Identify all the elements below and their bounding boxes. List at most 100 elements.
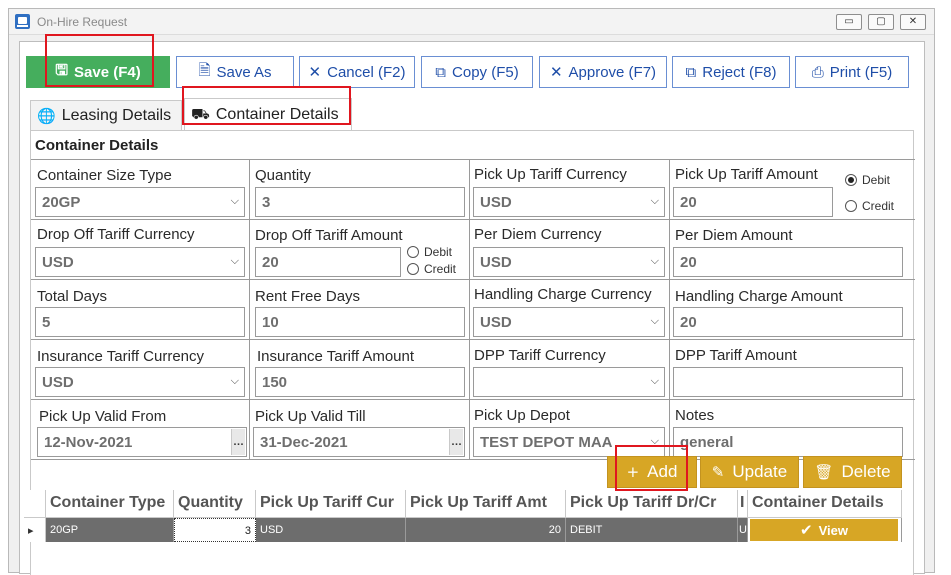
dpp-tariff-currency-select[interactable]: ⌵ (473, 367, 665, 397)
dropoff-tariff-amount-input[interactable]: 20 (255, 247, 401, 277)
close-button[interactable]: ✕ (900, 14, 926, 30)
handling-charge-amount-input[interactable]: 20 (673, 307, 903, 337)
dropoff-tariff-currency-select[interactable]: USD ⌵ (35, 247, 245, 277)
pickup-depot-select[interactable]: TEST DEPOT MAA ⌵ (473, 427, 665, 457)
per-diem-currency-select[interactable]: USD ⌵ (473, 247, 665, 277)
insurance-tariff-amount-label: Insurance Tariff Amount (257, 348, 415, 365)
insurance-tariff-amount-input[interactable]: 150 (255, 367, 465, 397)
x-icon: ✕ (549, 63, 563, 81)
pickup-valid-from-date[interactable]: 12-Nov-2021 … (37, 427, 247, 457)
insurance-tariff-currency-select[interactable]: USD ⌵ (35, 367, 245, 397)
dpp-tariff-currency-label: DPP Tariff Currency (474, 347, 606, 364)
pickup-depot-label: Pick Up Depot (474, 407, 570, 424)
calendar-picker-icon[interactable]: … (231, 429, 245, 455)
minimize-button[interactable]: ▭ (836, 14, 862, 30)
approve-button[interactable]: ✕ Approve (F7) (539, 56, 667, 88)
dropoff-debit-radio[interactable]: Debit (407, 245, 452, 259)
save-as-button[interactable]: 🗎 Save As (176, 56, 294, 88)
handling-charge-currency-label: Handling Charge Currency (474, 286, 652, 303)
insurance-tariff-currency-value: USD (42, 374, 74, 391)
calendar-picker-icon[interactable]: … (449, 429, 463, 455)
container-size-type-label: Container Size Type (37, 167, 172, 184)
insurance-tariff-currency-label: Insurance Tariff Currency (37, 348, 205, 365)
dropoff-tariff-currency-label: Drop Off Tariff Currency (37, 226, 195, 243)
credit-label: Credit (862, 199, 895, 213)
reject-button[interactable]: ⧉ Reject (F8) (672, 56, 790, 88)
notes-input[interactable]: general (673, 427, 903, 457)
maximize-button[interactable]: ▢ (868, 14, 894, 30)
view-label: View (818, 522, 848, 538)
pickup-valid-from-label: Pick Up Valid From (39, 408, 167, 425)
handling-charge-amount-value: 20 (680, 314, 697, 331)
cell-truncated[interactable]: U (738, 518, 748, 542)
insurance-tariff-amount-value: 150 (262, 374, 288, 391)
pickup-tariff-amount-label: Pick Up Tariff Amount (675, 166, 818, 183)
dpp-tariff-amount-input[interactable] (673, 367, 903, 397)
per-diem-amount-label: Per Diem Amount (675, 227, 793, 244)
cell-quantity[interactable]: 3 (174, 518, 256, 542)
column-header-pickup-tariff-drcr[interactable]: Pick Up Tariff Dr/Cr (566, 490, 738, 518)
dropoff-credit-radio[interactable]: Credit (407, 262, 456, 276)
column-header-truncated[interactable]: I (738, 490, 748, 518)
column-header-pickup-tariff-amt[interactable]: Pick Up Tariff Amt (406, 490, 566, 518)
tab-leasing-details[interactable]: 🌐 Leasing Details (30, 100, 182, 130)
cancel-button[interactable]: ✕ Cancel (F2) (299, 56, 415, 88)
per-diem-amount-input[interactable]: 20 (673, 247, 903, 277)
container-details-table: Container Type Quantity Pick Up Tariff C… (24, 490, 904, 548)
pickup-debit-radio[interactable]: Debit (845, 173, 890, 187)
pickup-tariff-amount-input[interactable]: 20 (673, 187, 833, 217)
total-days-input[interactable]: 5 (35, 307, 245, 337)
chevron-down-icon: ⌵ (230, 254, 239, 267)
chevron-down-icon: ⌵ (650, 314, 659, 327)
handling-charge-currency-select[interactable]: USD ⌵ (473, 307, 665, 337)
copy-label: Copy (F5) (452, 63, 519, 81)
save-button[interactable]: 🖫 Save (F4) (26, 56, 170, 88)
add-button[interactable]: + Add (607, 456, 697, 488)
column-header-container-details[interactable]: Container Details (748, 490, 902, 518)
pickup-valid-from-value: 12-Nov-2021 (44, 434, 133, 451)
delete-button[interactable]: 🗑 Delete (803, 456, 902, 488)
tab-container-details[interactable]: ⛟ Container Details (184, 98, 352, 130)
save-as-label: Save As (216, 63, 272, 81)
pickup-credit-radio[interactable]: Credit (845, 199, 894, 213)
pickup-tariff-currency-value: USD (480, 194, 512, 211)
view-button[interactable]: ✔ View (750, 519, 898, 541)
row-header-column (24, 490, 46, 518)
chevron-down-icon: ⌵ (650, 374, 659, 387)
column-header-container-type[interactable]: Container Type (46, 490, 174, 518)
tab-leasing-details-label: Leasing Details (61, 106, 172, 124)
pickup-valid-till-date[interactable]: 31-Dec-2021 … (253, 427, 465, 457)
pickup-tariff-currency-label: Pick Up Tariff Currency (474, 166, 627, 183)
quantity-label: Quantity (255, 167, 311, 184)
column-header-quantity[interactable]: Quantity (174, 490, 256, 518)
cell-pickup-tariff-amt[interactable]: 20 (406, 518, 566, 542)
pickup-tariff-amount-value: 20 (680, 194, 697, 211)
trash-icon: 🗑 (814, 463, 834, 481)
x-icon: ✕ (308, 63, 322, 81)
row-indicator[interactable]: ▸ (24, 518, 46, 542)
rent-free-days-label: Rent Free Days (255, 288, 361, 305)
truck-icon: ⛟ (191, 104, 210, 123)
update-button[interactable]: ✎ Update (700, 456, 799, 488)
per-diem-amount-value: 20 (680, 254, 697, 271)
plus-icon: + (626, 463, 640, 481)
rent-free-days-value: 10 (262, 314, 279, 331)
pickup-tariff-currency-select[interactable]: USD ⌵ (473, 187, 665, 217)
notes-value: general (680, 434, 734, 451)
cell-pickup-tariff-drcr[interactable]: DEBIT (566, 518, 738, 542)
quantity-input[interactable]: 3 (255, 187, 465, 217)
notes-label: Notes (675, 407, 715, 424)
rent-free-days-input[interactable]: 10 (255, 307, 465, 337)
radio-unchecked-icon (407, 246, 419, 258)
container-size-type-select[interactable]: 20GP ⌵ (35, 187, 245, 217)
pickup-depot-value: TEST DEPOT MAA (480, 434, 613, 451)
print-button[interactable]: ⎙ Print (F5) (795, 56, 909, 88)
cell-container-type[interactable]: 20GP (46, 518, 174, 542)
handling-charge-amount-label: Handling Charge Amount (675, 288, 843, 305)
cell-pickup-tariff-cur[interactable]: USD (256, 518, 406, 542)
column-header-pickup-tariff-cur[interactable]: Pick Up Tariff Cur (256, 490, 406, 518)
dpp-tariff-amount-label: DPP Tariff Amount (675, 347, 797, 364)
chevron-down-icon: ⌵ (650, 434, 659, 447)
floppy-disk-icon: 🖫 (55, 60, 69, 79)
copy-button[interactable]: ⧉ Copy (F5) (421, 56, 533, 88)
